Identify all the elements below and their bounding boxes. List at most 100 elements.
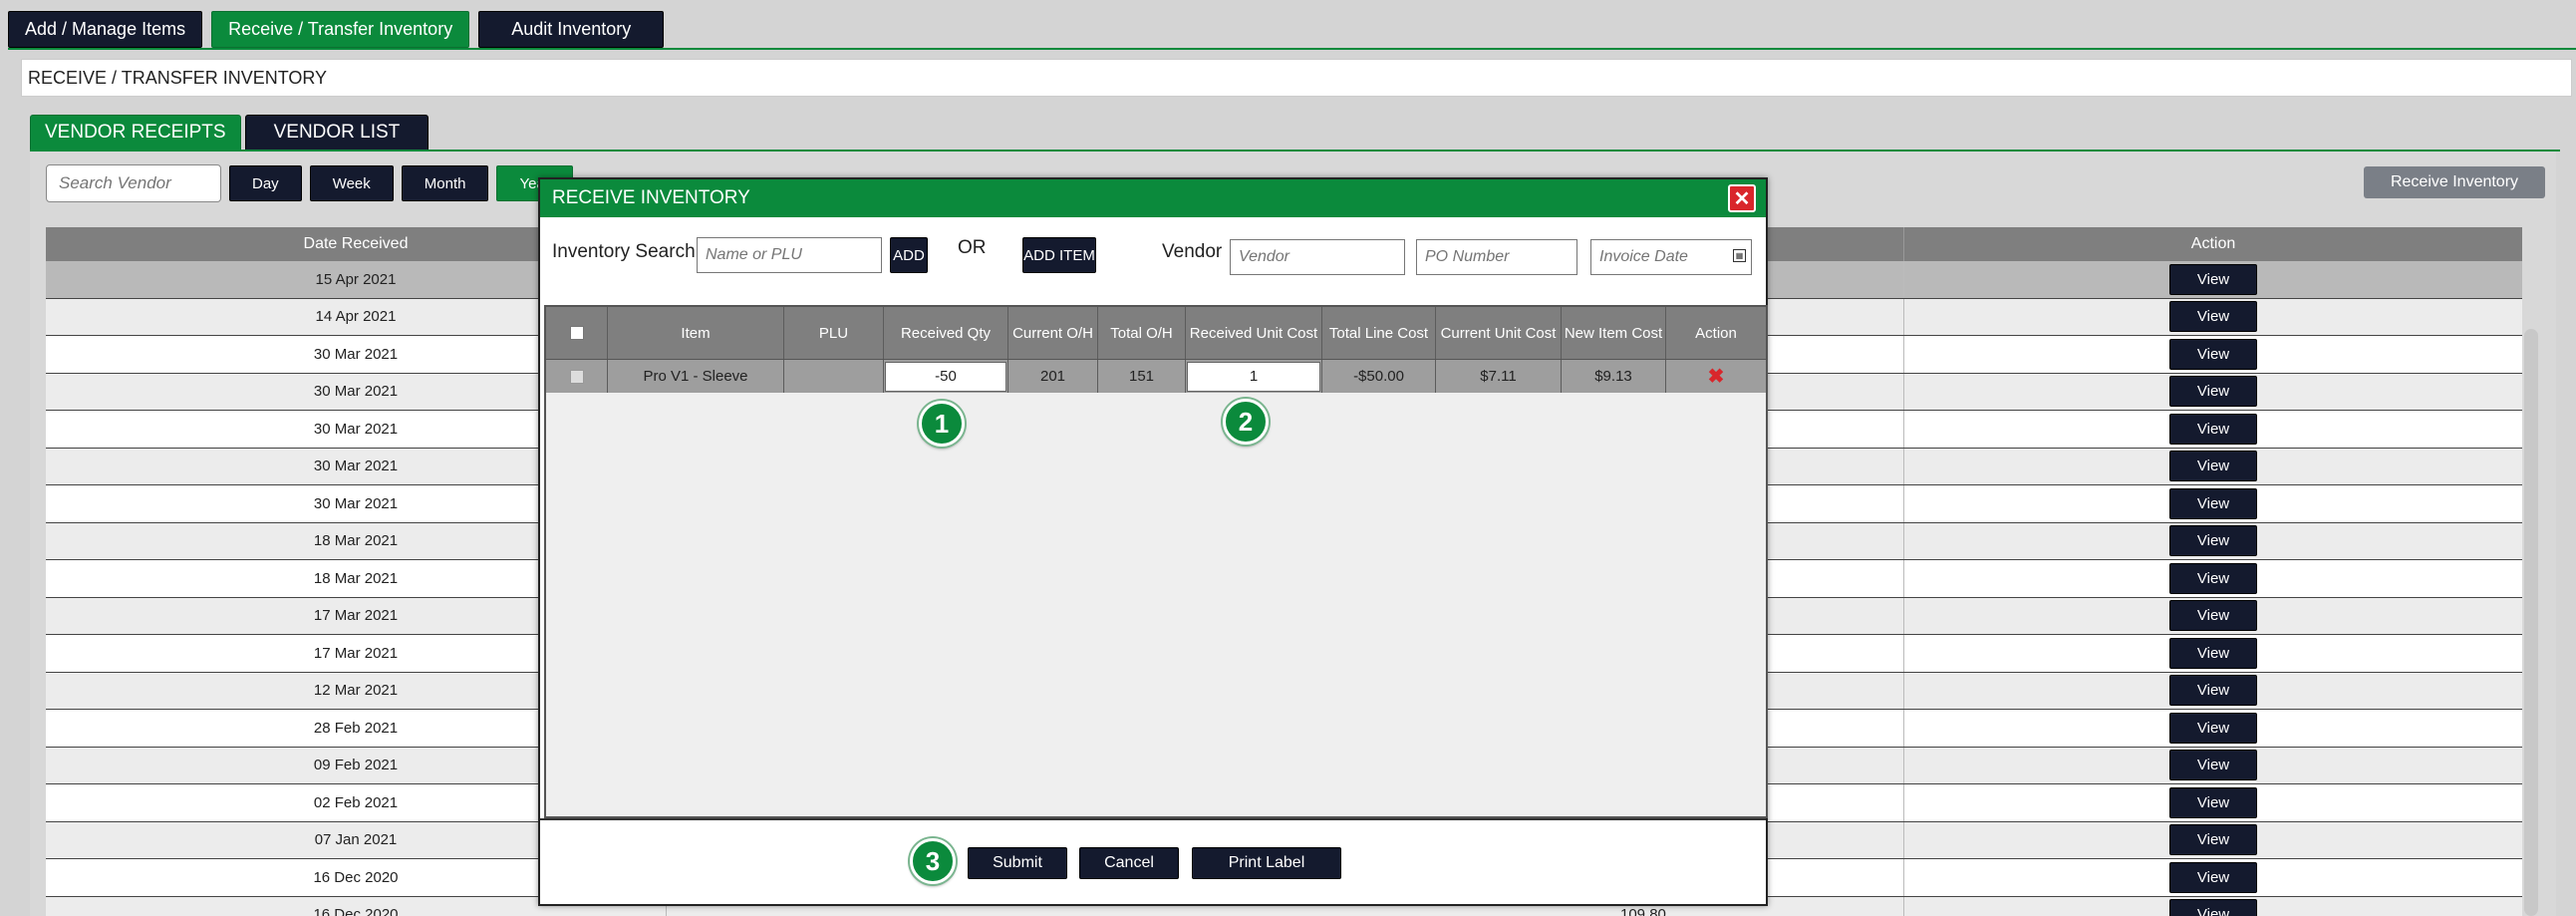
view-button[interactable]: View [2169,562,2257,594]
col-received-qty: Received Qty [884,307,1008,359]
top-tab-bar: Add / Manage Items Receive / Transfer In… [8,11,665,48]
new-item-cost-value: $9.13 [1562,360,1666,393]
action-cell: View [1903,896,2522,916]
total-line-cost-value: -$50.00 [1322,360,1436,393]
view-button[interactable]: View [2169,786,2257,818]
receive-inventory-button[interactable]: Receive Inventory [2364,166,2545,198]
action-cell: View [1903,448,2522,484]
view-button[interactable]: View [2169,263,2257,295]
view-button[interactable]: View [2169,750,2257,781]
col-plu: PLU [784,307,884,359]
view-button[interactable]: View [2169,600,2257,632]
close-icon[interactable]: ✕ [1728,184,1756,212]
action-cell: View [1903,522,2522,559]
view-button[interactable]: View [2169,413,2257,445]
action-cell: View [1903,597,2522,634]
step-marker-2: 2 [1223,399,1269,445]
action-cell: View [1903,859,2522,896]
item-plu [784,360,884,393]
period-month-button[interactable]: Month [401,165,489,201]
action-cell: View [1903,336,2522,373]
search-vendor-input[interactable] [46,164,221,202]
action-cell: View [1903,784,2522,821]
print-label-button[interactable]: Print Label [1192,847,1341,879]
table-scrollbar[interactable] [2524,329,2538,916]
submit-button[interactable]: Submit [968,847,1067,879]
inventory-search-label: Inventory Search [552,241,696,262]
invoice-date-field[interactable]: ▦ [1590,239,1752,275]
view-button[interactable]: View [2169,301,2257,333]
modal-footer-divider [540,818,1766,820]
vendor-label: Vendor [1162,241,1223,262]
item-search-input[interactable] [697,237,882,273]
action-cell: View [1903,821,2522,858]
tab-receive-transfer-inventory[interactable]: Receive / Transfer Inventory [211,11,470,48]
invoice-date-input[interactable] [1590,239,1752,275]
sub-tab-bar: VENDOR RECEIPTS VENDOR LIST [30,115,429,151]
select-all-cell [546,307,608,359]
grid-header: Item PLU Received Qty Current O/H Total … [546,307,1766,359]
current-unit-cost-value: $7.11 [1436,360,1562,393]
action-cell: View [1903,672,2522,709]
view-button[interactable]: View [2169,675,2257,707]
receive-items-grid: Item PLU Received Qty Current O/H Total … [544,305,1768,818]
calendar-icon[interactable]: ▦ [1733,249,1746,262]
vendor-input[interactable] [1230,239,1405,275]
action-header: Action [1903,227,2522,261]
sub-tab-divider [30,150,2560,152]
tab-vendor-receipts[interactable]: VENDOR RECEIPTS [30,115,241,151]
row-action-cell: ✖ [1666,360,1766,393]
view-button[interactable]: View [2169,376,2257,408]
add-button[interactable]: ADD [890,237,928,273]
tab-vendor-list[interactable]: VENDOR LIST [244,115,429,151]
period-week-button[interactable]: Week [309,165,394,201]
action-cell: View [1903,560,2522,597]
table-row: Pro V1 - Sleeve -50 201 151 1 -$50.00 $7… [546,359,1766,393]
po-number-input[interactable] [1416,239,1577,275]
col-new-item-cost: New Item Cost [1562,307,1666,359]
step-marker-3: 3 [910,838,956,884]
received-qty-input[interactable]: -50 [885,361,1006,392]
delete-icon[interactable]: ✖ [1708,364,1725,389]
add-item-button[interactable]: ADD ITEM [1022,237,1096,273]
tab-add-manage-items[interactable]: Add / Manage Items [8,11,203,48]
view-button[interactable]: View [2169,637,2257,669]
col-current-oh: Current O/H [1008,307,1098,359]
top-tab-divider [8,48,2576,50]
col-total-oh: Total O/H [1098,307,1186,359]
select-all-checkbox[interactable] [569,326,584,340]
view-button[interactable]: View [2169,525,2257,557]
filter-bar: Day Week Month Year [46,164,573,202]
col-total-line-cost: Total Line Cost [1322,307,1436,359]
modal-header: RECEIVE INVENTORY ✕ [540,179,1766,217]
action-cell: View [1903,261,2522,298]
receive-inventory-modal: RECEIVE INVENTORY ✕ Inventory Search ADD… [538,177,1768,906]
view-button[interactable]: View [2169,712,2257,744]
view-button[interactable]: View [2169,451,2257,482]
view-button[interactable]: View [2169,487,2257,519]
row-select-checkbox[interactable] [569,369,584,384]
col-item: Item [608,307,784,359]
cancel-button[interactable]: Cancel [1079,847,1179,879]
period-day-button[interactable]: Day [229,165,302,201]
row-select-cell [546,360,608,393]
col-action: Action [1695,324,1737,342]
action-cell: View [1903,373,2522,410]
modal-title: RECEIVE INVENTORY [552,187,750,208]
tab-audit-inventory[interactable]: Audit Inventory [478,11,665,48]
received-unit-cost-input[interactable]: 1 [1187,361,1320,392]
action-cell: View [1903,485,2522,522]
current-oh-value: 201 [1008,360,1098,393]
received-qty-cell: -50 [884,360,1008,393]
received-unit-cost-cell: 1 [1186,360,1322,393]
view-button[interactable]: View [2169,861,2257,893]
view-button[interactable]: View [2169,824,2257,856]
view-button[interactable]: View [2169,338,2257,370]
item-name: Pro V1 - Sleeve [608,360,784,393]
action-cell: View [1903,411,2522,448]
step-marker-1: 1 [919,401,965,447]
view-button[interactable]: View [2169,899,2257,916]
action-cell: View [1903,710,2522,747]
action-cell: View [1903,635,2522,672]
col-received-unit-cost: Received Unit Cost [1186,307,1322,359]
